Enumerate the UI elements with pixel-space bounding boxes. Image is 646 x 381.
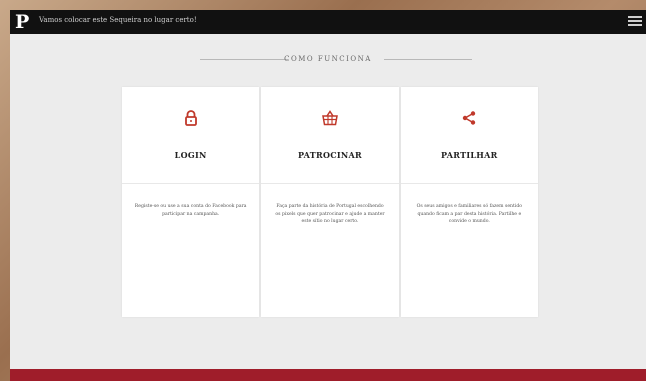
card-divider [261, 183, 399, 184]
hamburger-menu-icon[interactable] [628, 16, 642, 28]
card-login[interactable]: LOGIN Registe-se ou use a sua conta do F… [122, 87, 260, 317]
card-patrocinar[interactable]: PATROCINAR Faça parte da história de Por… [261, 87, 399, 317]
card-divider [400, 183, 538, 184]
app-screen: P Vamos colocar este Sequeira no lugar c… [10, 10, 646, 381]
card-divider [122, 183, 260, 184]
basket-icon [322, 110, 338, 126]
card-description: Faça parte da história de Portugal escol… [275, 204, 385, 224]
card-partilhar[interactable]: PARTILHAR Os seus amigos e familiares só… [400, 87, 538, 317]
menu-line [628, 24, 642, 26]
menu-line [628, 16, 642, 18]
how-it-works-cards: LOGIN Registe-se ou use a sua conta do F… [122, 87, 538, 317]
logo[interactable]: P [15, 11, 29, 33]
menu-line [628, 20, 642, 22]
card-description: Registe-se ou use a sua conta do Faceboo… [134, 204, 247, 217]
card-title: LOGIN [174, 150, 207, 160]
top-bar: P Vamos colocar este Sequeira no lugar c… [10, 10, 646, 34]
share-icon [463, 111, 476, 125]
footer-bar [10, 369, 646, 381]
card-title: PATROCINAR [297, 150, 363, 160]
tagline: Vamos colocar este Sequeira no lugar cer… [39, 16, 197, 24]
section-title: COMO FUNCIONA [284, 55, 372, 63]
card-description: Os seus amigos e familiares só fazem sen… [416, 204, 523, 224]
title-rule-right [384, 59, 472, 60]
lock-icon [184, 110, 197, 126]
card-title: PARTILHAR [441, 150, 498, 160]
